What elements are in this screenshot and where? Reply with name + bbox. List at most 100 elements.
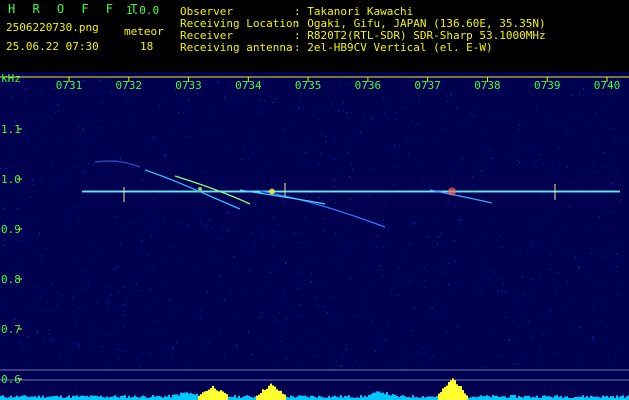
noise-speck [500, 292, 502, 294]
noise-speck [298, 242, 300, 244]
noise-speck [149, 334, 151, 336]
noise-speck [471, 175, 473, 177]
noise-speck [52, 310, 54, 312]
noise-speck [545, 316, 547, 318]
noise-speck [604, 167, 606, 169]
noise-speck [298, 315, 300, 317]
noise-speck [533, 161, 536, 163]
noise-speck [590, 252, 592, 254]
noise-speck [82, 171, 85, 173]
noise-speck [188, 99, 190, 101]
noise-speck [26, 275, 28, 277]
noise-speck [356, 315, 358, 317]
noise-speck [276, 236, 279, 238]
noise-speck [615, 266, 618, 268]
noise-speck [261, 109, 264, 111]
power-bar [348, 395, 350, 400]
power-bar [16, 395, 18, 400]
noise-speck [335, 263, 337, 265]
noise-speck [402, 249, 404, 251]
noise-speck [225, 149, 227, 151]
power-bar [142, 395, 144, 400]
noise-speck [241, 159, 243, 161]
noise-speck [47, 108, 49, 110]
noise-speck [382, 97, 384, 99]
noise-speck [317, 199, 319, 201]
noise-speck [492, 328, 494, 330]
noise-speck [503, 182, 505, 184]
noise-speck [85, 141, 87, 143]
noise-speck [605, 121, 607, 123]
noise-speck [408, 153, 410, 155]
power-bar [156, 395, 158, 400]
noise-speck [267, 161, 269, 163]
noise-speck [618, 282, 620, 284]
power-bar [556, 395, 558, 400]
noise-speck [305, 258, 307, 260]
noise-speck [299, 232, 301, 234]
noise-speck [75, 205, 77, 207]
power-bar [290, 395, 292, 400]
power-bar [444, 387, 446, 400]
noise-speck [605, 336, 607, 339]
noise-speck [53, 177, 55, 179]
noise-speck [517, 363, 520, 365]
noise-speck [293, 204, 295, 206]
noise-speck [32, 247, 34, 250]
noise-speck [402, 350, 404, 352]
noise-speck [172, 347, 174, 349]
noise-speck [3, 203, 5, 205]
noise-speck [127, 97, 129, 100]
noise-speck [103, 202, 105, 204]
y-tick-label: 1.1 [1, 123, 21, 136]
noise-speck [539, 154, 541, 156]
noise-speck [84, 204, 86, 206]
x-tick-label: 0739 [534, 79, 561, 92]
noise-speck [106, 300, 108, 303]
noise-speck [454, 261, 456, 263]
noise-speck [317, 118, 319, 120]
noise-speck [312, 115, 315, 117]
noise-speck [92, 345, 95, 347]
noise-speck [231, 185, 233, 187]
noise-speck [35, 151, 37, 153]
noise-speck [248, 158, 250, 161]
noise-speck [206, 291, 208, 293]
noise-speck [526, 250, 528, 252]
noise-speck [103, 92, 105, 94]
noise-speck [193, 213, 195, 216]
power-bar [466, 395, 468, 400]
noise-speck [389, 150, 391, 152]
power-bar [152, 395, 154, 400]
power-bar [458, 386, 460, 400]
power-bar [176, 394, 178, 400]
power-bar [76, 395, 78, 400]
noise-speck [281, 328, 283, 330]
noise-speck [438, 221, 440, 223]
noise-speck [566, 280, 568, 283]
noise-speck [119, 157, 121, 159]
noise-speck [511, 192, 514, 194]
noise-speck [209, 342, 211, 344]
noise-speck [31, 178, 34, 180]
power-bar [304, 395, 306, 400]
info-value-antenna: : 2el-HB9CV Vertical (el. E-W) [294, 41, 493, 54]
noise-speck [7, 306, 9, 308]
noise-speck [546, 195, 548, 197]
noise-speck [169, 356, 172, 358]
noise-speck [449, 201, 451, 203]
noise-speck [256, 341, 258, 343]
noise-speck [306, 142, 308, 144]
noise-speck [51, 118, 53, 120]
power-bar [372, 392, 374, 400]
power-bar [266, 388, 268, 400]
noise-speck [252, 131, 254, 133]
noise-speck [494, 285, 496, 287]
noise-speck [253, 141, 255, 143]
noise-speck [268, 95, 270, 97]
noise-speck [515, 363, 517, 365]
noise-speck [205, 170, 207, 173]
noise-speck [318, 146, 321, 148]
noise-speck [313, 327, 315, 329]
power-bar [160, 396, 162, 400]
